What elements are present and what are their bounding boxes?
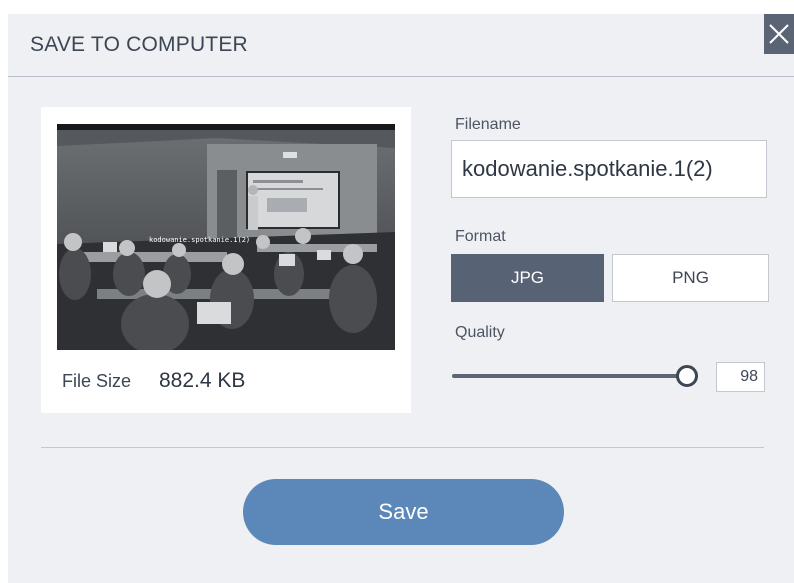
quality-label: Quality [455, 324, 505, 341]
classroom-photo: kodowanie.spotkanie.1(2) [57, 124, 395, 350]
preview-image: kodowanie.spotkanie.1(2) [57, 124, 395, 350]
close-icon [769, 24, 789, 44]
filesize-label: File Size [62, 371, 132, 391]
preview-card: kodowanie.spotkanie.1(2) File Size 882.4… [41, 107, 411, 413]
dialog-title: SAVE TO COMPUTER [30, 33, 248, 56]
filesize-value: 882.4 KB [159, 369, 246, 392]
filename-input[interactable] [451, 140, 767, 198]
quality-value-field[interactable]: 98 [716, 362, 765, 392]
filename-label: Filename [455, 116, 521, 133]
quality-slider-track[interactable] [452, 374, 686, 378]
dialog-header: SAVE TO COMPUTER [8, 14, 794, 77]
divider [41, 447, 764, 448]
image-overlay-text: kodowanie.spotkanie.1(2) [149, 236, 250, 244]
format-png-button[interactable]: PNG [612, 254, 769, 302]
format-jpg-button[interactable]: JPG [451, 254, 604, 302]
format-label: Format [455, 228, 506, 245]
close-button[interactable] [764, 14, 794, 54]
save-dialog: SAVE TO COMPUTER kodowanie.spotkanie.1(2… [8, 14, 794, 583]
save-button[interactable]: Save [243, 479, 564, 545]
quality-slider-thumb[interactable] [676, 365, 698, 387]
